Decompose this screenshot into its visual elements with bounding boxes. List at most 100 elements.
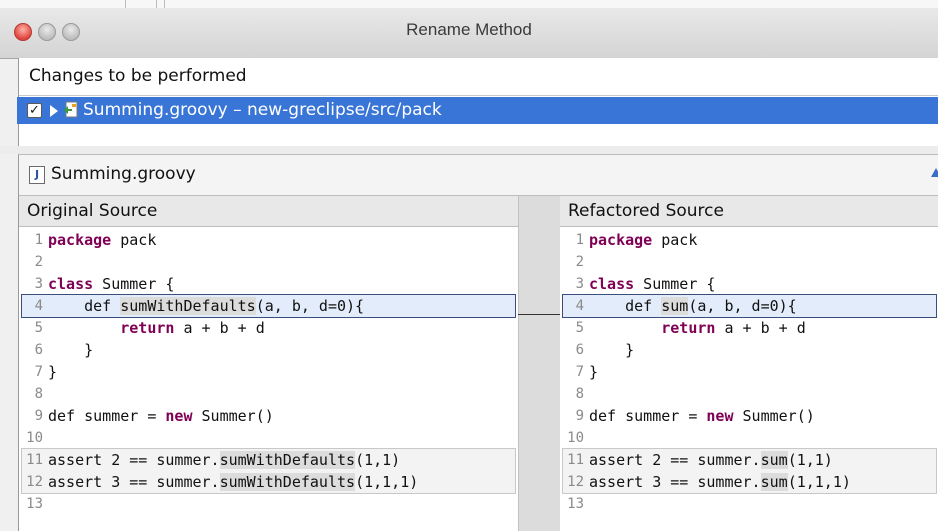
- code-text: assert 2 == summer.sumWithDefaults(1,1): [48, 449, 400, 471]
- line-number: 3: [575, 276, 584, 292]
- code-token: pack: [111, 231, 157, 249]
- line-number: 2: [575, 254, 584, 270]
- code-text: def summer = new Summer(): [589, 405, 815, 427]
- code-line: 12 assert 3 == summer.sum(1,1,1): [560, 471, 938, 493]
- code-token: }: [48, 363, 58, 381]
- code-token: Summer {: [634, 275, 716, 293]
- title-strip: [0, 0, 938, 8]
- code-text: def sum(a, b, d=0){: [589, 295, 797, 317]
- navigate-up-icon[interactable]: [931, 168, 938, 177]
- code-token: Summer {: [93, 275, 175, 293]
- code-text: class Summer {: [48, 273, 174, 295]
- line-number: 1: [575, 232, 584, 248]
- title-strip-mark: [156, 0, 157, 8]
- code-token: assert 3 == summer.: [48, 473, 220, 491]
- code-token: Summer(): [733, 407, 815, 425]
- window-title: Rename Method: [406, 20, 532, 39]
- divider: [19, 95, 938, 96]
- code-line: 11 assert 2 == summer.sumWithDefaults(1,1…: [19, 449, 509, 471]
- line-number: 8: [34, 386, 43, 402]
- code-token: }: [589, 341, 635, 359]
- keyword-token: class: [48, 275, 94, 293]
- renamed-token: sumWithDefaults: [219, 451, 356, 469]
- code-text: assert 2 == summer.sum(1,1): [589, 449, 833, 471]
- line-number: 9: [34, 408, 43, 424]
- code-text: return a + b + d: [589, 317, 806, 339]
- original-source-header: Original Source: [19, 196, 518, 227]
- compare-file-label: Summing.groovy: [51, 164, 196, 184]
- code-text: assert 3 == summer.sumWithDefaults(1,1,1…: [48, 471, 418, 493]
- code-line: 1 package pack: [19, 229, 509, 251]
- line-number: 2: [34, 254, 43, 270]
- line-number: 6: [34, 342, 43, 358]
- keyword-token: return: [120, 319, 175, 337]
- original-source-title: Original Source: [27, 201, 158, 221]
- code-text: package pack: [589, 229, 697, 251]
- code-token: def: [48, 297, 121, 315]
- code-token: Summer(): [192, 407, 274, 425]
- code-line: 7}: [19, 361, 509, 383]
- refactored-source-title: Refactored Source: [568, 201, 724, 221]
- code-line: 10: [19, 427, 509, 449]
- code-line: 5 return a + b + d: [560, 317, 938, 339]
- line-number: 12: [26, 474, 43, 490]
- code-line: 4 def sum(a, b, d=0){: [560, 295, 938, 317]
- code-text: return a + b + d: [48, 317, 265, 339]
- line-number: 13: [26, 496, 43, 512]
- line-number: 7: [34, 364, 43, 380]
- code-line: 3 class Summer {: [560, 273, 938, 295]
- code-text: assert 3 == summer.sum(1,1,1): [589, 471, 851, 493]
- line-number: 6: [575, 342, 584, 358]
- code-line: 12 assert 3 == summer.sumWithDefaults(1,1…: [19, 471, 509, 493]
- line-number: 10: [567, 430, 584, 446]
- code-token: }: [48, 341, 94, 359]
- code-token: pack: [652, 231, 698, 249]
- code-line: 9 def summer = new Summer(): [560, 405, 938, 427]
- renamed-token: sumWithDefaults: [219, 473, 356, 491]
- line-number: 4: [34, 298, 43, 314]
- line-number: 3: [34, 276, 43, 292]
- code-line: 7}: [560, 361, 938, 383]
- code-text: def summer = new Summer(): [48, 405, 274, 427]
- code-line: 9 def summer = new Summer(): [19, 405, 509, 427]
- code-line: 13: [19, 493, 509, 515]
- line-number: 13: [567, 496, 584, 512]
- change-item-row[interactable]: ✓ Summing.groovy – new-greclipse/src/pac…: [17, 97, 938, 124]
- line-number: 11: [26, 452, 43, 468]
- refactored-source-pane[interactable]: 1 package pack 2 3 class Summer { 4 def sum(a…: [560, 227, 938, 531]
- java-file-icon: J: [29, 166, 45, 184]
- line-number: 5: [34, 320, 43, 336]
- code-token: }: [589, 363, 599, 381]
- line-number: 12: [567, 474, 584, 490]
- code-token: assert 2 == summer.: [589, 451, 761, 469]
- line-number: 7: [575, 364, 584, 380]
- code-token: (a, b, d=0){: [255, 297, 365, 315]
- code-line: 6 }: [19, 339, 509, 361]
- change-checkbox[interactable]: ✓: [27, 103, 42, 118]
- code-line: 3 class Summer {: [19, 273, 509, 295]
- code-line: 8: [560, 383, 938, 405]
- changes-panel: Changes to be performed ✓ Summing.groovy…: [17, 58, 938, 146]
- code-text: package pack: [48, 229, 156, 251]
- code-token: a + b + d: [174, 319, 265, 337]
- code-line: 1 package pack: [560, 229, 938, 251]
- code-text: }: [589, 361, 598, 383]
- code-line: 4 def sumWithDefaults(a, b, d=0){: [19, 295, 509, 317]
- code-token: a + b + d: [715, 319, 806, 337]
- title-strip-mark: [125, 0, 126, 8]
- keyword-token: new: [706, 407, 734, 425]
- expand-arrow-icon[interactable]: [50, 105, 58, 117]
- renamed-token: sum: [760, 451, 788, 469]
- changes-header: Changes to be performed: [29, 66, 247, 86]
- groovy-file-icon: [64, 101, 78, 118]
- code-token: assert 2 == summer.: [48, 451, 220, 469]
- line-number: 1: [34, 232, 43, 248]
- code-text: def sumWithDefaults(a, b, d=0){: [48, 295, 364, 317]
- keyword-token: class: [589, 275, 635, 293]
- code-token: assert 3 == summer.: [589, 473, 761, 491]
- code-text: }: [48, 361, 57, 383]
- keyword-token: new: [165, 407, 193, 425]
- original-source-pane[interactable]: 1 package pack 2 3 class Summer {4 def sumWi…: [19, 227, 518, 531]
- code-token: (1,1,1): [787, 473, 851, 491]
